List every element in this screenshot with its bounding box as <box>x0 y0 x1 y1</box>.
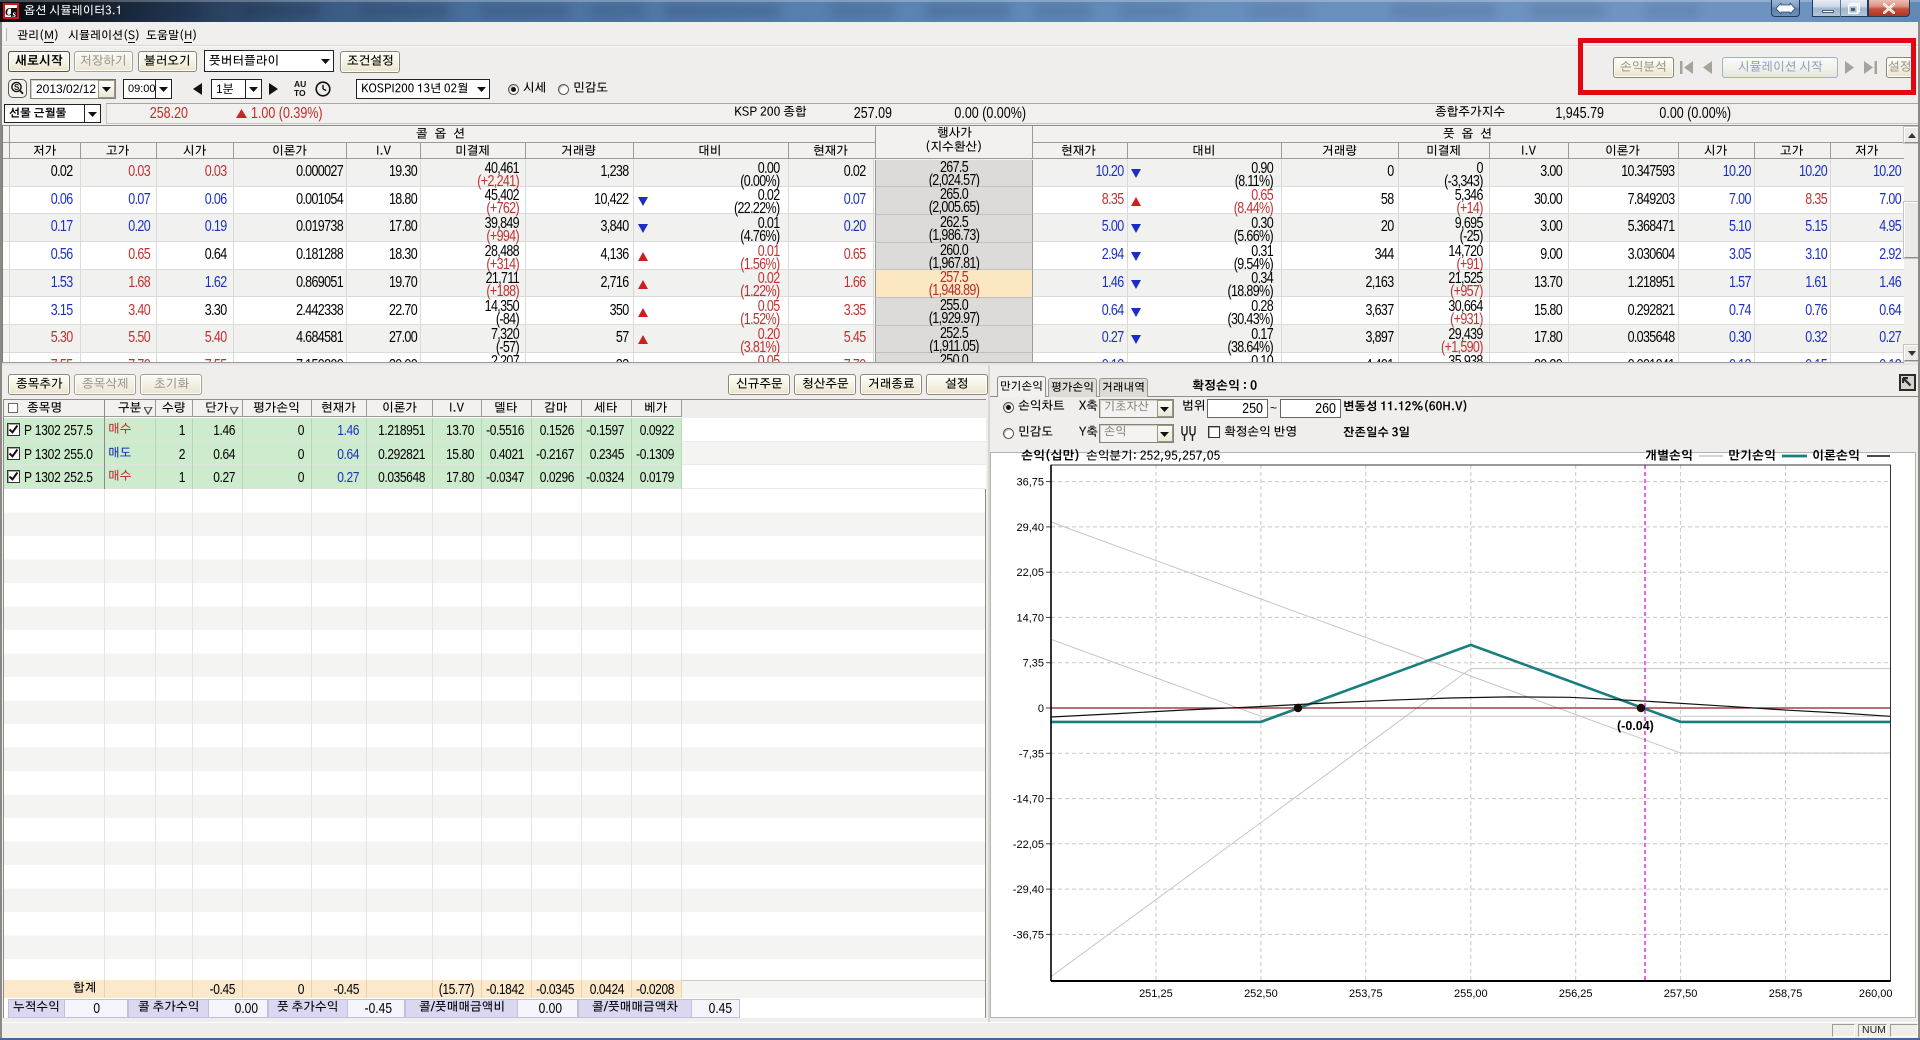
svg-text:255,00: 255,00 <box>1454 988 1488 1000</box>
svg-text:14,70: 14,70 <box>1016 612 1044 624</box>
svg-text:0: 0 <box>1038 703 1044 715</box>
svg-text:-36,75: -36,75 <box>1013 929 1044 941</box>
svg-text:256,25: 256,25 <box>1559 988 1593 1000</box>
svg-text:260,00: 260,00 <box>1859 988 1893 1000</box>
svg-text:22,05: 22,05 <box>1016 567 1044 579</box>
svg-text:-14,70: -14,70 <box>1013 794 1044 806</box>
svg-text:36,75: 36,75 <box>1016 477 1044 489</box>
svg-text:252,50: 252,50 <box>1244 988 1278 1000</box>
svg-text:257,50: 257,50 <box>1664 988 1698 1000</box>
svg-text:29,40: 29,40 <box>1016 522 1044 534</box>
svg-text:251,25: 251,25 <box>1139 988 1173 1000</box>
svg-text:253,75: 253,75 <box>1349 988 1383 1000</box>
svg-text:7,35: 7,35 <box>1023 658 1044 670</box>
svg-text:258,75: 258,75 <box>1769 988 1803 1000</box>
svg-text:-22,05: -22,05 <box>1013 839 1044 851</box>
svg-text:-29,40: -29,40 <box>1013 884 1044 896</box>
svg-text:-7,35: -7,35 <box>1019 748 1044 760</box>
